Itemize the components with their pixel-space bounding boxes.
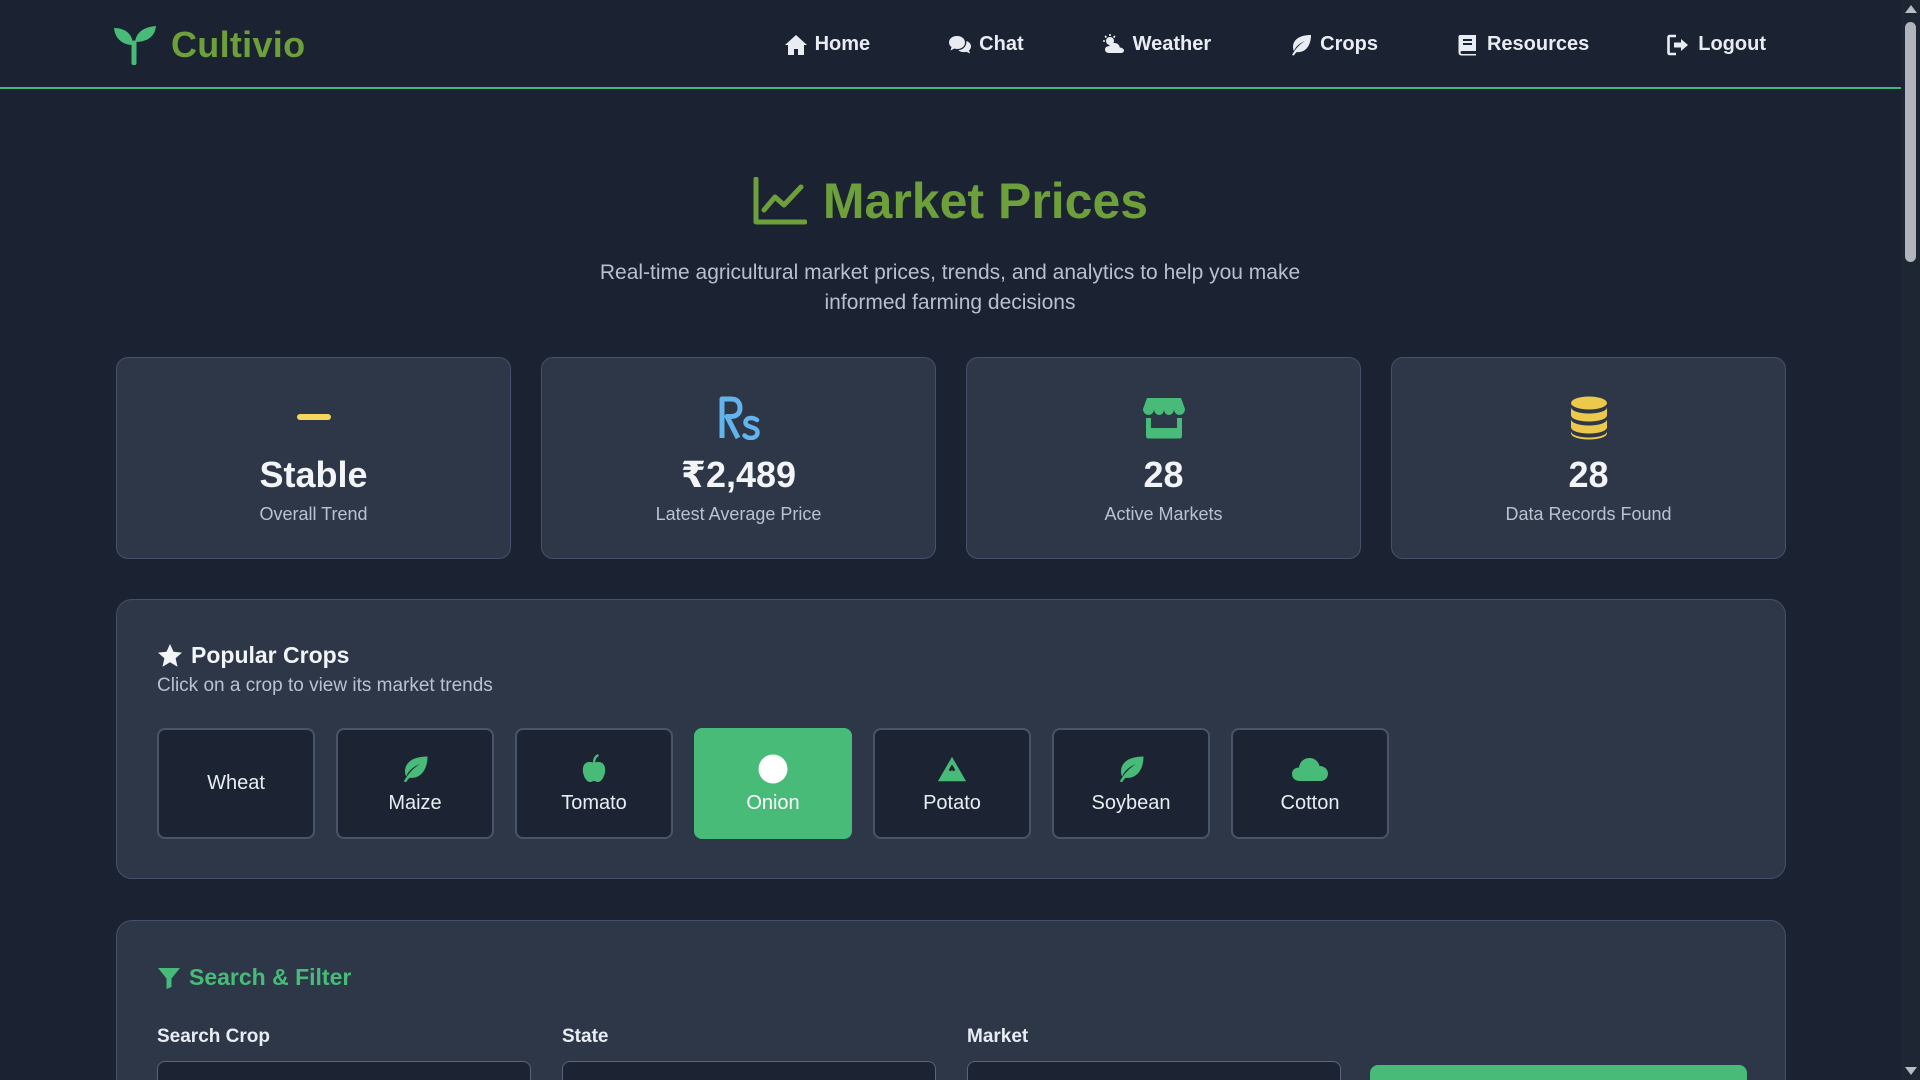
page-title-text: Market Prices [822, 173, 1149, 229]
crop-label: Soybean [1091, 792, 1171, 814]
nav-home[interactable]: Home [784, 33, 871, 56]
weather-icon [1102, 33, 1124, 53]
stat-value: 28 [1143, 454, 1184, 495]
crop-list: Wheat Maize Tomato Onion Potato Soybean … [157, 728, 1389, 839]
nav-home-label: Home [814, 33, 871, 55]
brand-name: Cultivio [171, 24, 306, 65]
crop-button-cotton[interactable]: Cotton [1231, 728, 1389, 839]
stat-value: Stable [259, 454, 368, 495]
state-select[interactable] [562, 1061, 936, 1080]
stat-value: 28 [1568, 454, 1609, 495]
page-title: Market Prices [0, 172, 1901, 230]
star-icon [158, 643, 182, 667]
logout-icon [1667, 34, 1689, 55]
search-filter-panel: Search & Filter Search Crop State Market [116, 920, 1786, 1080]
search-button[interactable] [1370, 1065, 1747, 1080]
nav-logout[interactable]: Logout [1667, 33, 1766, 56]
nav-resources-label: Resources [1486, 33, 1590, 55]
home-icon [784, 34, 807, 55]
nav-logout-label: Logout [1698, 33, 1766, 55]
stat-value: ₹2,489 [680, 454, 797, 495]
leaf-icon [1292, 34, 1312, 55]
stat-card-markets: 28 Active Markets [966, 357, 1361, 559]
crop-label: Potato [923, 792, 981, 814]
page-subtitle: Real-time agricultural market prices, tr… [599, 261, 1301, 314]
cloud-icon [1291, 752, 1329, 786]
leaf-icon [400, 752, 430, 786]
popular-crops-subtitle: Click on a crop to view its market trend… [157, 675, 493, 696]
nav-chat[interactable]: Chat [948, 33, 1024, 56]
crop-button-maize[interactable]: Maize [336, 728, 494, 839]
popular-crops-title-text: Popular Crops [191, 642, 350, 668]
scroll-up-arrow-icon[interactable] [1905, 5, 1917, 13]
scroll-thumb[interactable] [1905, 22, 1916, 262]
nav-chat-label: Chat [979, 33, 1024, 55]
brand-logo[interactable]: Cultivio [113, 22, 305, 68]
nav-links: Home Chat Weather Crops Resources Logout [706, 0, 1766, 89]
crop-button-wheat[interactable]: Wheat [157, 728, 315, 839]
market-label: Market [967, 1026, 1029, 1047]
state-label: State [562, 1026, 609, 1047]
stat-card-records: 28 Data Records Found [1391, 357, 1786, 559]
search-filter-title: Search & Filter [157, 964, 351, 991]
circle-icon [758, 752, 788, 786]
search-crop-input[interactable] [157, 1061, 531, 1080]
navbar: Cultivio Home Chat Weather Crops Resourc… [0, 0, 1901, 89]
sprout-icon [114, 26, 156, 65]
popular-crops-title: Popular Crops [157, 642, 349, 669]
stats-row: Stable Overall Trend ₹2,489 Latest Avera… [116, 357, 1786, 559]
book-icon [1458, 34, 1476, 55]
apple-icon [579, 752, 609, 786]
stat-card-price: ₹2,489 Latest Average Price [541, 357, 936, 559]
leaf-icon [1116, 752, 1146, 786]
filter-icon [158, 967, 180, 989]
nav-crops-label: Crops [1320, 33, 1378, 55]
rupee-icon [718, 394, 760, 442]
store-icon [1142, 394, 1186, 442]
popular-crops-panel: Popular Crops Click on a crop to view it… [116, 599, 1786, 879]
nav-resources[interactable]: Resources [1456, 33, 1589, 56]
chart-line-icon [753, 177, 807, 225]
nav-weather-label: Weather [1132, 33, 1212, 55]
stat-label: Overall Trend [259, 504, 368, 524]
stat-label: Latest Average Price [655, 504, 822, 524]
scroll-down-arrow-icon[interactable] [1905, 1067, 1917, 1075]
nav-weather[interactable]: Weather [1102, 33, 1212, 56]
market-select[interactable] [967, 1061, 1341, 1080]
crop-button-potato[interactable]: Potato [873, 728, 1031, 839]
crop-button-tomato[interactable]: Tomato [515, 728, 673, 839]
crop-button-soybean[interactable]: Soybean [1052, 728, 1210, 839]
crop-label: Wheat [207, 772, 265, 794]
chat-icon [949, 35, 972, 53]
crop-label: Maize [388, 792, 442, 814]
crop-label: Onion [746, 792, 800, 814]
stat-label: Active Markets [1104, 504, 1223, 524]
crop-button-onion[interactable]: Onion [694, 728, 852, 839]
crop-label: Tomato [561, 792, 627, 814]
minus-icon [296, 394, 331, 442]
search-filter-title-text: Search & Filter [189, 964, 352, 990]
search-crop-label: Search Crop [157, 1026, 270, 1047]
crop-label: Cotton [1280, 792, 1340, 814]
database-icon [1570, 394, 1608, 442]
stat-card-trend: Stable Overall Trend [116, 357, 511, 559]
mountain-icon [937, 752, 967, 786]
nav-crops[interactable]: Crops [1289, 33, 1378, 56]
scrollbar[interactable] [1901, 0, 1920, 1080]
stat-label: Data Records Found [1505, 504, 1672, 524]
